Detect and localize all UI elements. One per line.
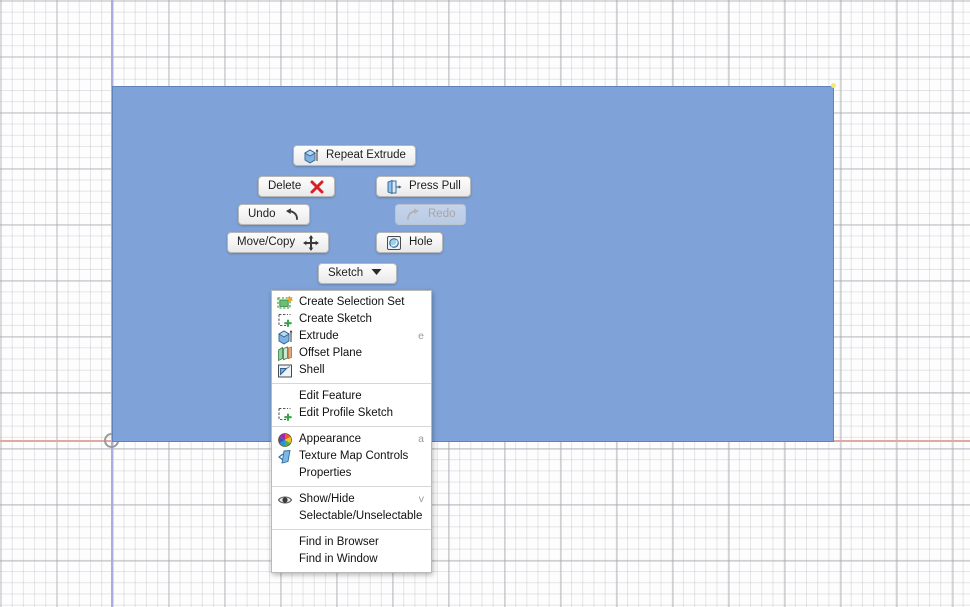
toolbar-button-undo[interactable]: Undo	[238, 204, 310, 225]
selected-face[interactable]	[112, 86, 834, 442]
menu-item-shortcut: e	[418, 330, 424, 343]
menu-item-label: Properties	[299, 466, 352, 479]
extrude-icon	[303, 148, 319, 164]
menu-item-extrude[interactable]: Extrude e	[272, 328, 431, 345]
toolbar-button-label: Redo	[428, 207, 456, 220]
texture-map-icon	[277, 449, 293, 465]
menu-item-label: Create Selection Set	[299, 295, 405, 308]
menu-item-shell[interactable]: Shell	[272, 362, 431, 379]
menu-item-find-in-browser[interactable]: Find in Browser	[272, 534, 431, 551]
menu-item-label: Texture Map Controls	[299, 449, 409, 462]
chevron-down-icon	[371, 266, 387, 282]
toolbar-button-label: Move/Copy	[237, 235, 296, 248]
toolbar-button-label: Delete	[268, 179, 302, 192]
menu-item-appearance[interactable]: Appearance a	[272, 431, 431, 448]
menu-item-label: Create Sketch	[299, 312, 372, 325]
menu-item-label: Offset Plane	[299, 346, 363, 359]
menu-item-label: Extrude	[299, 329, 339, 342]
hole-icon	[386, 235, 402, 251]
menu-item-properties[interactable]: Properties	[272, 465, 431, 482]
menu-item-texture-map-controls[interactable]: Texture Map Controls	[272, 448, 431, 465]
menu-item-shortcut: v	[418, 493, 424, 506]
modeling-canvas[interactable]: Repeat Extrude Delete Press Pull Undo Redo Mo…	[0, 0, 970, 607]
menu-item-find-in-window[interactable]: Find in Window	[272, 551, 431, 568]
menu-item-label: Show/Hide	[299, 492, 355, 505]
toolbar-button-move-copy[interactable]: Move/Copy	[227, 232, 330, 253]
menu-item-selectable-unselectable[interactable]: Selectable/Unselectable	[272, 508, 431, 525]
menu-separator	[272, 529, 431, 530]
toolbar-button-label: Hole	[409, 235, 433, 248]
menu-item-create-selection-set[interactable]: Create Selection Set	[272, 294, 431, 311]
color-wheel-icon	[277, 432, 293, 448]
create-sketch-icon	[277, 312, 293, 328]
redo-arrow-icon	[405, 207, 421, 223]
context-menu[interactable]: Create Selection Set Create Sketch Extrude…	[271, 290, 432, 573]
menu-separator	[272, 383, 431, 384]
menu-item-label: Find in Window	[299, 552, 378, 565]
press-pull-icon	[386, 179, 402, 195]
toolbar-button-delete[interactable]: Delete	[258, 176, 336, 197]
face-vertex-point[interactable]	[831, 83, 836, 88]
menu-separator	[272, 426, 431, 427]
toolbar-button-label: Sketch	[328, 266, 364, 279]
create-sketch-icon	[277, 406, 293, 422]
toolbar-button-sketch[interactable]: Sketch	[318, 263, 398, 284]
move-cross-icon	[303, 234, 319, 251]
menu-item-label: Shell	[299, 363, 325, 376]
toolbar-button-label: Press Pull	[409, 179, 461, 192]
shell-icon	[277, 363, 293, 379]
menu-item-edit-feature[interactable]: Edit Feature	[272, 388, 431, 405]
menu-item-shortcut: a	[418, 433, 424, 446]
menu-item-label: Appearance	[299, 432, 362, 445]
menu-item-edit-profile-sketch[interactable]: Edit Profile Sketch	[272, 405, 431, 422]
toolbar-button-redo: Redo	[395, 204, 466, 225]
toolbar-button-repeat-extrude[interactable]: Repeat Extrude	[293, 145, 416, 166]
eye-icon	[277, 492, 293, 508]
extrude-icon	[277, 329, 293, 345]
menu-item-show-hide[interactable]: Show/Hide v	[272, 491, 431, 508]
toolbar-button-label: Repeat Extrude	[326, 148, 406, 161]
toolbar-button-press-pull[interactable]: Press Pull	[376, 176, 471, 197]
toolbar-button-label: Undo	[248, 207, 276, 220]
selection-set-icon	[277, 295, 294, 311]
menu-item-label: Find in Browser	[299, 535, 379, 548]
menu-item-label: Edit Profile Sketch	[299, 406, 393, 419]
menu-item-label: Selectable/Unselectable	[299, 509, 423, 522]
menu-separator	[272, 486, 431, 487]
red-x-icon	[309, 179, 325, 195]
offset-plane-icon	[277, 345, 293, 362]
undo-arrow-icon	[284, 207, 300, 223]
menu-item-offset-plane[interactable]: Offset Plane	[272, 345, 431, 362]
menu-item-label: Edit Feature	[299, 389, 362, 402]
menu-item-create-sketch[interactable]: Create Sketch	[272, 311, 431, 328]
toolbar-button-hole[interactable]: Hole	[376, 232, 443, 253]
